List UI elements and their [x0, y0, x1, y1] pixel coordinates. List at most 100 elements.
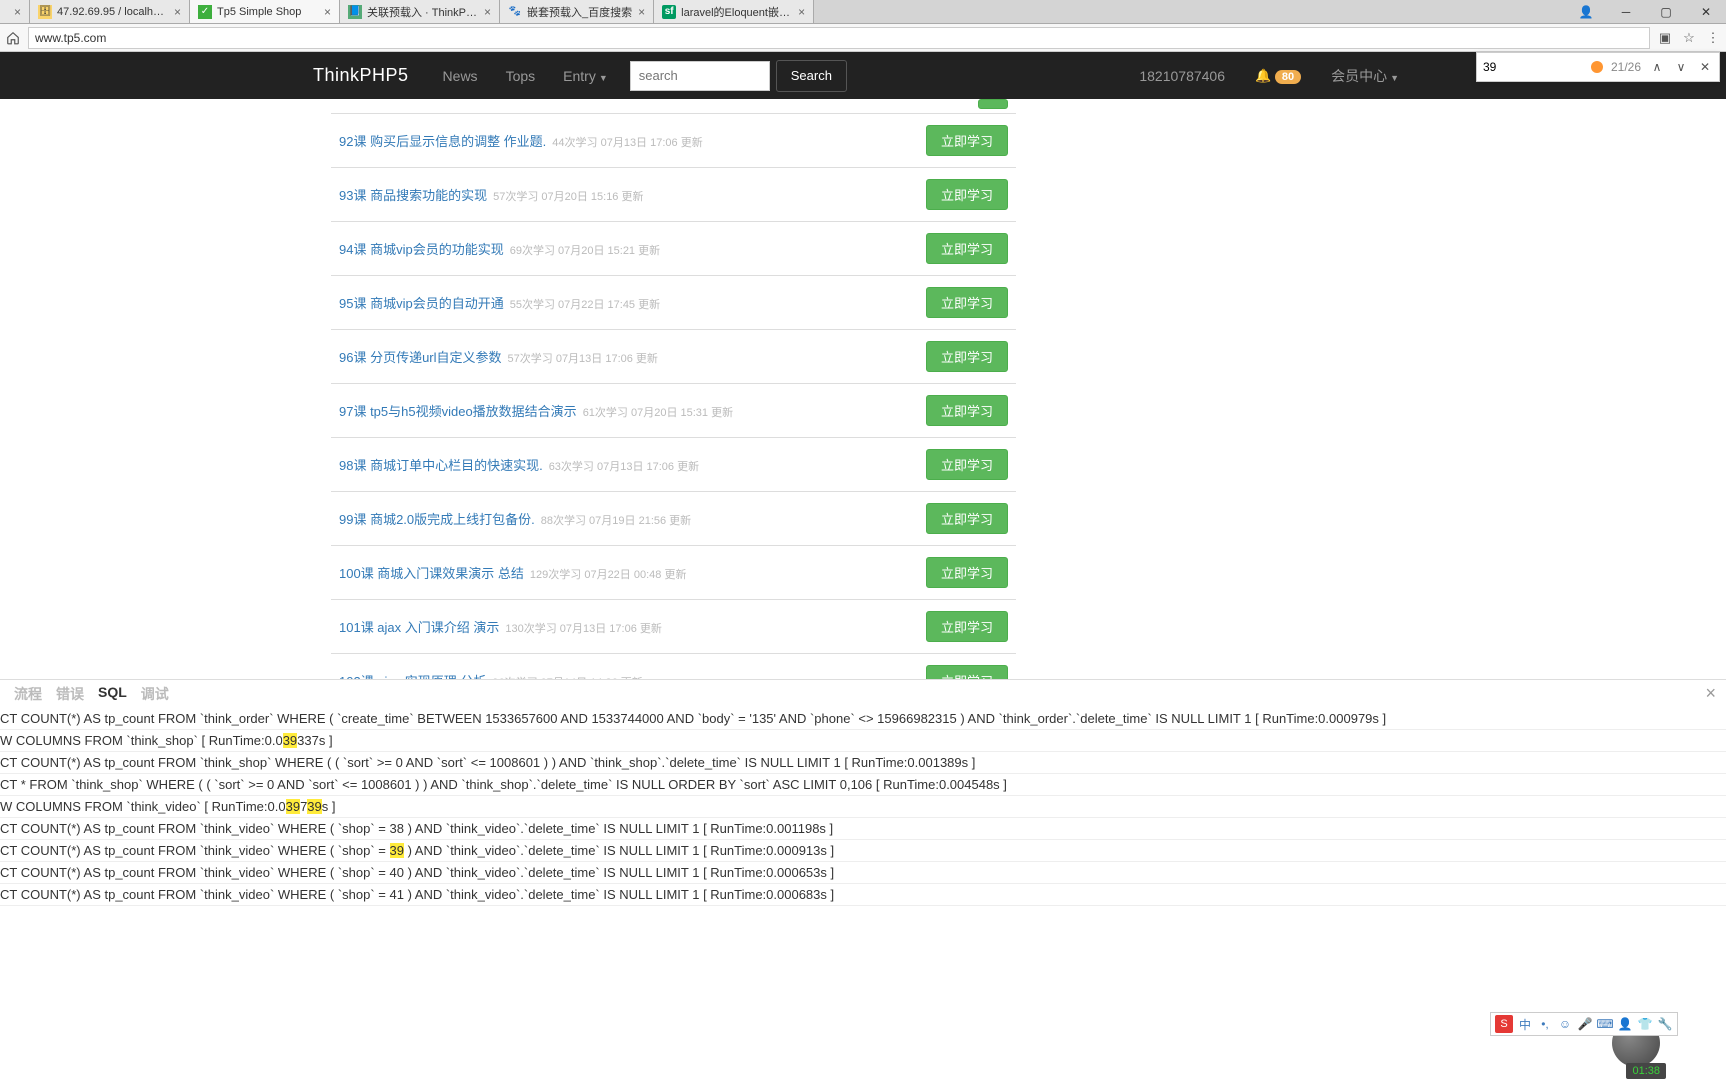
- learn-button[interactable]: 立即学习: [926, 233, 1008, 264]
- learn-button[interactable]: 立即学习: [926, 503, 1008, 534]
- favicon-pma-icon: 🗄: [38, 5, 52, 19]
- ime-punct[interactable]: •,: [1537, 1016, 1553, 1032]
- find-count: 21/26: [1611, 60, 1641, 74]
- ime-logo-icon: S: [1495, 1015, 1513, 1033]
- tab-segmentfault[interactable]: sf laravel的Eloquent嵌套预... ×: [654, 0, 814, 23]
- lesson-title[interactable]: 94课 商城vip会员的功能实现: [339, 239, 504, 258]
- learn-button[interactable]: 立即学习: [926, 125, 1008, 156]
- close-icon[interactable]: ×: [638, 5, 645, 19]
- ime-emoji-icon[interactable]: ☺: [1557, 1016, 1573, 1032]
- lesson-title[interactable]: 100课 商城入门课效果演示 总结: [339, 563, 524, 582]
- member-center[interactable]: 会员中心▼: [1317, 66, 1413, 86]
- nav-entry[interactable]: Entry▼: [549, 68, 622, 84]
- find-close-icon[interactable]: ✕: [1697, 60, 1713, 74]
- sql-row: CT COUNT(*) AS tp_count FROM `think_vide…: [0, 840, 1726, 862]
- reader-mode-icon[interactable]: ▣: [1656, 29, 1674, 47]
- caret-down-icon: ▼: [1390, 73, 1399, 83]
- learn-button[interactable]: 立即学习: [926, 341, 1008, 372]
- find-next-icon[interactable]: ∨: [1673, 60, 1689, 74]
- maximize-icon[interactable]: ▢: [1646, 0, 1686, 24]
- lesson-title[interactable]: 99课 商城2.0版完成上线打包备份.: [339, 509, 535, 528]
- debug-tab-error[interactable]: 错误: [56, 684, 84, 704]
- debug-tab-sql[interactable]: SQL: [98, 684, 127, 704]
- home-icon[interactable]: [4, 29, 22, 47]
- learn-button[interactable]: 立即学习: [926, 557, 1008, 588]
- find-prev-icon[interactable]: ∧: [1649, 60, 1665, 74]
- lesson-meta: 88次学习 07月19日 21:56 更新: [541, 512, 691, 528]
- debug-close-icon[interactable]: ×: [1705, 683, 1716, 704]
- bell-icon: 🔔: [1255, 68, 1271, 83]
- favicon-tp-icon: 📘: [348, 5, 362, 19]
- user-icon[interactable]: 👤: [1566, 0, 1606, 24]
- learn-button[interactable]: 立即学习: [926, 287, 1008, 318]
- close-icon[interactable]: ×: [14, 5, 21, 19]
- lesson-title[interactable]: 102课 ajax 实现原理 分析: [339, 671, 486, 679]
- learn-button[interactable]: 立即学习: [926, 665, 1008, 679]
- tab-phpmyadmin[interactable]: 🗄 47.92.69.95 / localhost / ×: [30, 0, 190, 23]
- nav-news[interactable]: News: [429, 68, 492, 84]
- lesson-title[interactable]: 101课 ajax 入门课介绍 演示: [339, 617, 499, 636]
- sql-row: CT COUNT(*) AS tp_count FROM `think_vide…: [0, 884, 1726, 906]
- lesson-meta: 63次学习 07月13日 17:06 更新: [549, 458, 699, 474]
- learn-button[interactable]: [978, 99, 1008, 109]
- bookmark-star-icon[interactable]: ☆: [1680, 29, 1698, 47]
- ime-skin-icon[interactable]: 👕: [1637, 1016, 1653, 1032]
- nav-entry-label: Entry: [563, 68, 596, 84]
- learn-button[interactable]: 立即学习: [926, 179, 1008, 210]
- lesson-meta: 55次学习 07月22日 17:45 更新: [510, 296, 660, 312]
- sql-row: CT COUNT(*) AS tp_count FROM `think_shop…: [0, 752, 1726, 774]
- sql-row: CT COUNT(*) AS tp_count FROM `think_orde…: [0, 708, 1726, 730]
- search-button[interactable]: Search: [776, 60, 847, 92]
- lesson-meta: 129次学习 07月22日 00:48 更新: [530, 566, 687, 582]
- lesson-title[interactable]: 97课 tp5与h5视频video播放数据结合演示: [339, 401, 577, 420]
- notification-badge: 80: [1275, 70, 1301, 84]
- tab-thinkphp-docs[interactable]: 📘 关联预载入 · ThinkPHP5... ×: [340, 0, 500, 23]
- close-window-icon[interactable]: ✕: [1686, 0, 1726, 24]
- menu-icon[interactable]: ⋮: [1704, 29, 1722, 47]
- ime-keyboard-icon[interactable]: ⌨: [1597, 1016, 1613, 1032]
- ime-lang[interactable]: 中: [1517, 1016, 1533, 1032]
- lesson-title[interactable]: 93课 商品搜索功能的实现: [339, 185, 487, 204]
- close-icon[interactable]: ×: [324, 5, 331, 19]
- ime-settings-icon[interactable]: 🔧: [1657, 1016, 1673, 1032]
- brand[interactable]: ThinkPHP5: [313, 65, 409, 86]
- lesson-title[interactable]: 95课 商城vip会员的自动开通: [339, 293, 504, 312]
- tab-tp5shop[interactable]: ✓ Tp5 Simple Shop ×: [190, 0, 340, 23]
- learn-button[interactable]: 立即学习: [926, 395, 1008, 426]
- url-input[interactable]: www.tp5.com: [28, 27, 1650, 49]
- lesson-meta: 57次学习 07月20日 15:16 更新: [493, 188, 643, 204]
- tab-blank[interactable]: ×: [0, 0, 30, 23]
- notification-bell[interactable]: 🔔 80: [1255, 68, 1301, 84]
- close-icon[interactable]: ×: [484, 5, 491, 19]
- lesson-title[interactable]: 96课 分页传递url自定义参数: [339, 347, 502, 366]
- debug-panel: 流程 错误 SQL 调试 × CT COUNT(*) AS tp_count F…: [0, 679, 1726, 906]
- user-phone[interactable]: 18210787406: [1125, 68, 1239, 84]
- lesson-title[interactable]: 98课 商城订单中心栏目的快速实现.: [339, 455, 543, 474]
- learn-button[interactable]: 立即学习: [926, 449, 1008, 480]
- lesson-meta: 69次学习 07月20日 15:21 更新: [510, 242, 660, 258]
- search-input[interactable]: [630, 61, 770, 91]
- lesson-row: 98课 商城订单中心栏目的快速实现. 63次学习 07月13日 17:06 更新 立…: [331, 438, 1016, 492]
- sql-row: W COLUMNS FROM `think_shop` [ RunTime:0.…: [0, 730, 1726, 752]
- tab-baidu[interactable]: 🐾 嵌套预载入_百度搜索 ×: [500, 0, 654, 23]
- close-icon[interactable]: ×: [174, 5, 181, 19]
- debug-tab-flow[interactable]: 流程: [14, 684, 42, 704]
- minimize-icon[interactable]: ─: [1606, 0, 1646, 24]
- find-marker-icon: [1591, 61, 1603, 73]
- ime-toolbar[interactable]: S 中 •, ☺ 🎤 ⌨ 👤 👕 🔧: [1490, 1012, 1678, 1036]
- site-navbar: ThinkPHP5 News Tops Entry▼ Search 182107…: [0, 52, 1726, 99]
- caret-down-icon: ▼: [599, 73, 608, 83]
- debug-tab-debug[interactable]: 调试: [141, 684, 169, 704]
- new-tab-button[interactable]: [814, 0, 846, 23]
- ime-user-icon[interactable]: 👤: [1617, 1016, 1633, 1032]
- lesson-meta: 57次学习 07月13日 17:06 更新: [508, 350, 658, 366]
- sql-row: CT COUNT(*) AS tp_count FROM `think_vide…: [0, 862, 1726, 884]
- learn-button[interactable]: 立即学习: [926, 611, 1008, 642]
- find-input[interactable]: [1483, 60, 1583, 74]
- tab-title: 关联预载入 · ThinkPHP5...: [367, 4, 478, 20]
- lesson-meta: 44次学习 07月13日 17:06 更新: [552, 134, 702, 150]
- close-icon[interactable]: ×: [798, 5, 805, 19]
- nav-tops[interactable]: Tops: [492, 68, 550, 84]
- lesson-title[interactable]: 92课 购买后显示信息的调整 作业题.: [339, 131, 546, 150]
- ime-voice-icon[interactable]: 🎤: [1577, 1016, 1593, 1032]
